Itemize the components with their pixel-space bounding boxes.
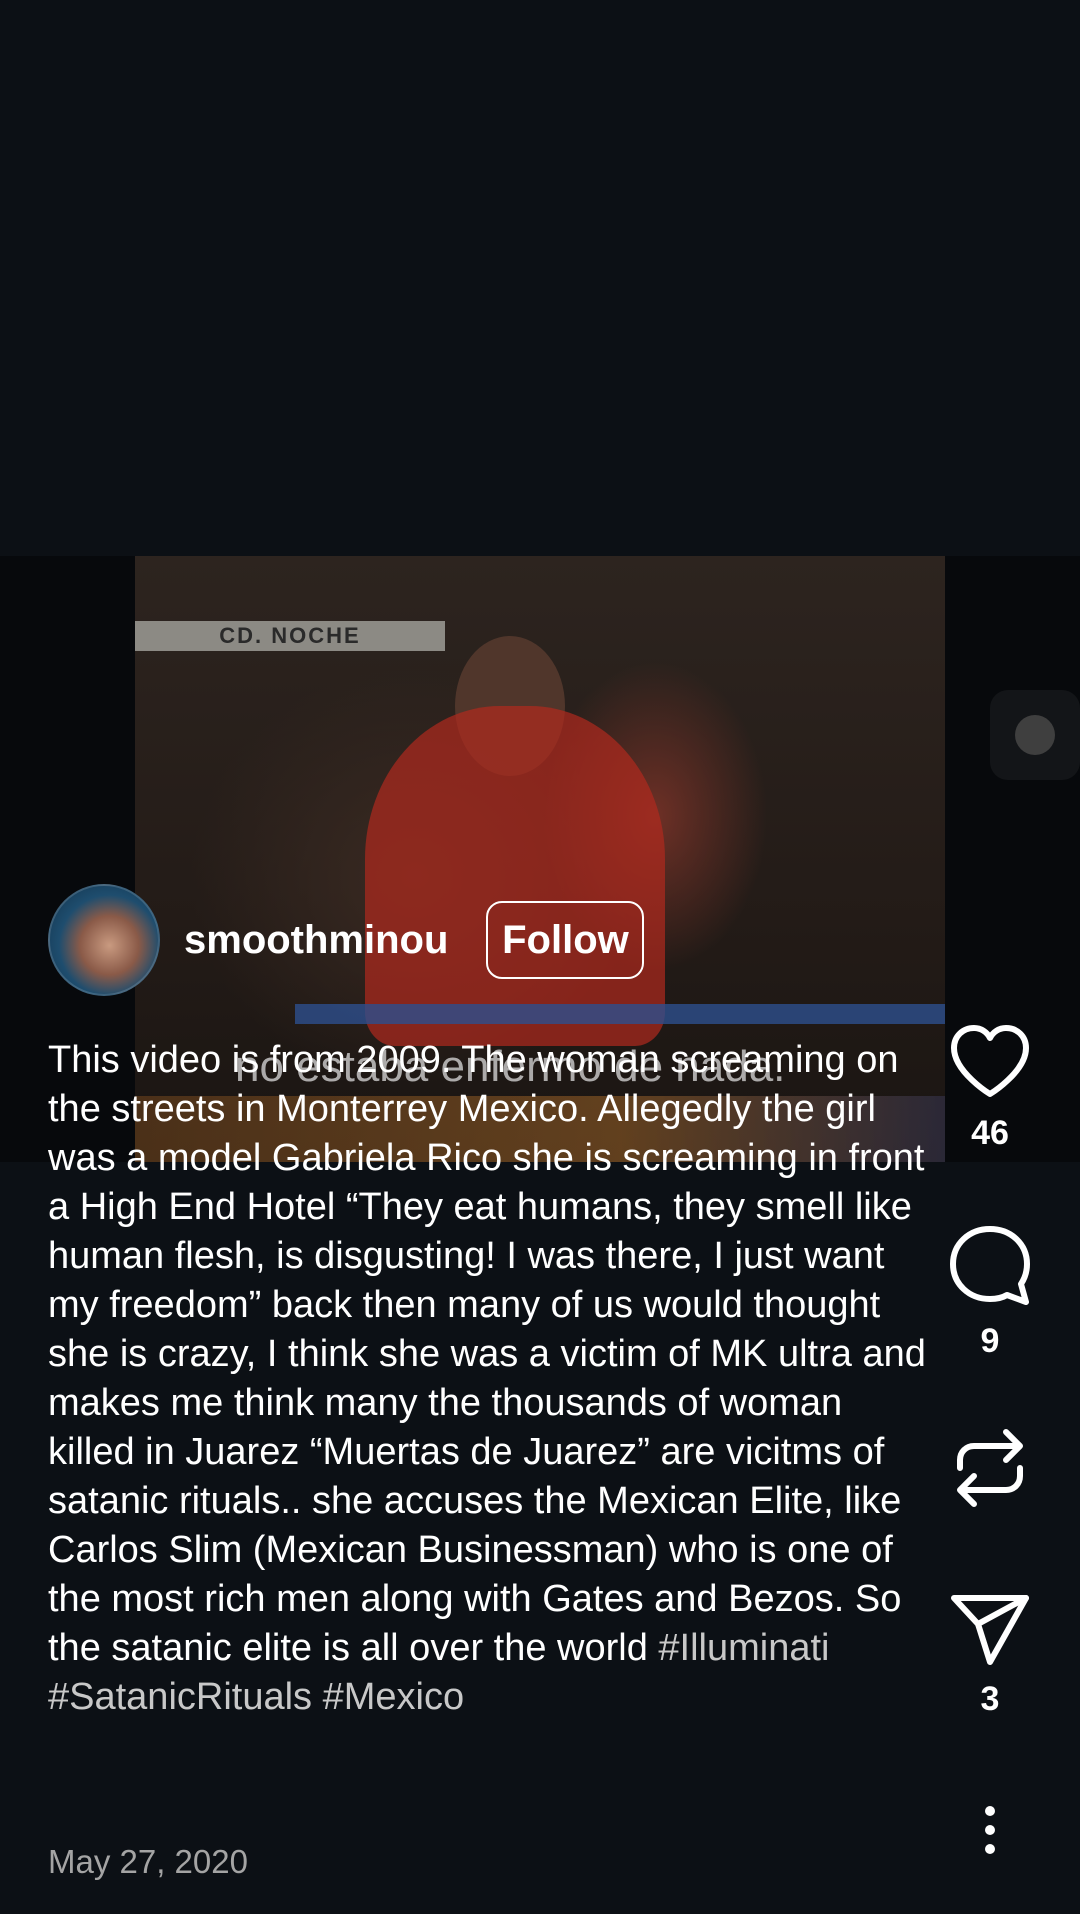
post-caption: This video is from 2009. The woman screa… bbox=[48, 1036, 928, 1722]
hashtag[interactable]: #SatanicRituals bbox=[48, 1676, 312, 1718]
author-row: smoothminou Follow bbox=[48, 884, 645, 996]
hashtag[interactable]: #Illuminati bbox=[658, 1627, 829, 1669]
like-count: 46 bbox=[971, 1114, 1009, 1152]
hashtag[interactable]: #Mexico bbox=[323, 1676, 465, 1718]
mute-indicator[interactable] bbox=[990, 690, 1080, 780]
video-person bbox=[365, 706, 665, 1046]
repost-action bbox=[930, 1426, 1050, 1510]
heart-icon[interactable] bbox=[948, 1024, 1032, 1100]
send-icon[interactable] bbox=[950, 1594, 1030, 1666]
like-action: 46 bbox=[930, 1024, 1050, 1153]
comment-count: 9 bbox=[980, 1322, 1000, 1360]
more-vertical-icon[interactable] bbox=[970, 1806, 1010, 1862]
comment-bubble-icon[interactable] bbox=[948, 1224, 1032, 1308]
video-overlay-caption: CD. NOCHE bbox=[135, 621, 445, 651]
video-news-banner bbox=[295, 1004, 945, 1024]
username[interactable]: smoothminou bbox=[184, 918, 448, 963]
follow-button[interactable]: Follow bbox=[486, 901, 645, 979]
repost-icon[interactable] bbox=[952, 1426, 1028, 1510]
share-count: 3 bbox=[980, 1680, 1000, 1718]
caption-text: This video is from 2009. The woman screa… bbox=[48, 1039, 926, 1669]
share-action: 3 bbox=[930, 1594, 1050, 1719]
post-date: May 27, 2020 bbox=[48, 1843, 248, 1880]
mute-dot-icon bbox=[1015, 715, 1055, 755]
comment-action: 9 bbox=[930, 1224, 1050, 1361]
avatar[interactable] bbox=[48, 884, 160, 996]
